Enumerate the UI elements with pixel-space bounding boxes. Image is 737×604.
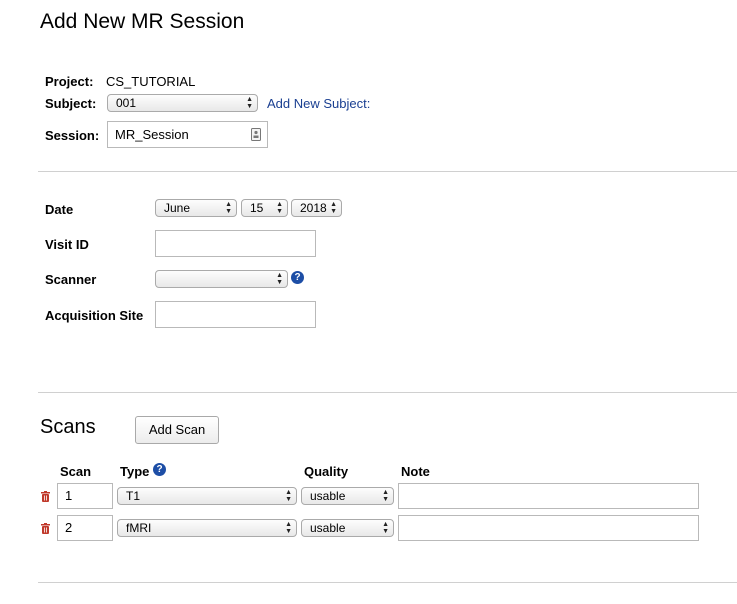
scan-number-input[interactable]: 1 [57,483,113,509]
add-new-subject-link[interactable]: Add New Subject: [267,96,370,111]
session-label: Session: [45,128,100,143]
scan-type-value: fMRI [126,521,152,535]
acquisition-site-input[interactable] [155,301,316,328]
scan-note-input[interactable] [398,483,699,509]
select-arrows-icon: ▲ ▼ [285,489,292,503]
visit-id-input[interactable] [155,230,316,257]
date-year-select[interactable]: 2018 ▲ ▼ [291,199,342,217]
subject-select-value: 001 [116,96,137,110]
column-header-quality: Quality [304,464,349,479]
select-arrows-icon: ▲ ▼ [276,201,283,215]
scan-type-select[interactable]: fMRI ▲ ▼ [117,519,297,537]
scan-type-value: T1 [126,489,141,503]
scan-quality-select[interactable]: usable ▲ ▼ [301,519,394,537]
scan-number-value: 1 [65,488,73,503]
scanner-help-icon[interactable]: ? [291,271,304,284]
divider [38,392,737,393]
scan-note-input[interactable] [398,515,699,541]
date-day-select[interactable]: 15 ▲ ▼ [241,199,288,217]
scans-heading: Scans [40,416,96,438]
scan-number-value: 2 [65,520,73,535]
type-help-icon[interactable]: ? [153,463,166,476]
trash-icon[interactable] [41,491,50,502]
select-arrows-icon: ▲ ▼ [276,272,283,286]
acquisition-site-label: Acquisition Site [45,308,144,323]
session-input-value: MR_Session [115,127,189,142]
scan-quality-value: usable [310,521,346,535]
subject-select[interactable]: 001 ▲ ▼ [107,94,258,112]
column-header-scan: Scan [60,464,92,479]
contact-card-icon [251,128,261,141]
divider [38,171,737,172]
visit-id-label: Visit ID [45,237,89,252]
column-header-note: Note [401,464,430,479]
select-arrows-icon: ▲ ▼ [382,521,389,535]
divider [38,582,737,583]
select-arrows-icon: ▲ ▼ [382,489,389,503]
scanner-label: Scanner [45,272,97,287]
date-month-select[interactable]: June ▲ ▼ [155,199,237,217]
date-year-value: 2018 [300,201,327,215]
select-arrows-icon: ▲ ▼ [225,201,232,215]
date-label: Date [45,202,74,217]
select-arrows-icon: ▲ ▼ [330,201,337,215]
scan-quality-value: usable [310,489,346,503]
scanner-select[interactable]: ▲ ▼ [155,270,288,288]
date-day-value: 15 [250,201,264,215]
select-arrows-icon: ▲ ▼ [285,521,292,535]
scan-type-select[interactable]: T1 ▲ ▼ [117,487,297,505]
project-label: Project: [45,74,94,89]
project-value: CS_TUTORIAL [106,74,196,89]
select-arrows-icon: ▲ ▼ [246,96,253,110]
date-month-value: June [164,201,191,215]
session-input[interactable]: MR_Session [107,121,268,148]
column-header-type: Type [120,464,150,479]
subject-label: Subject: [45,96,97,111]
scan-number-input[interactable]: 2 [57,515,113,541]
scan-quality-select[interactable]: usable ▲ ▼ [301,487,394,505]
add-scan-button[interactable]: Add Scan [135,416,219,444]
page-title: Add New MR Session [40,10,245,33]
trash-icon[interactable] [41,523,50,534]
